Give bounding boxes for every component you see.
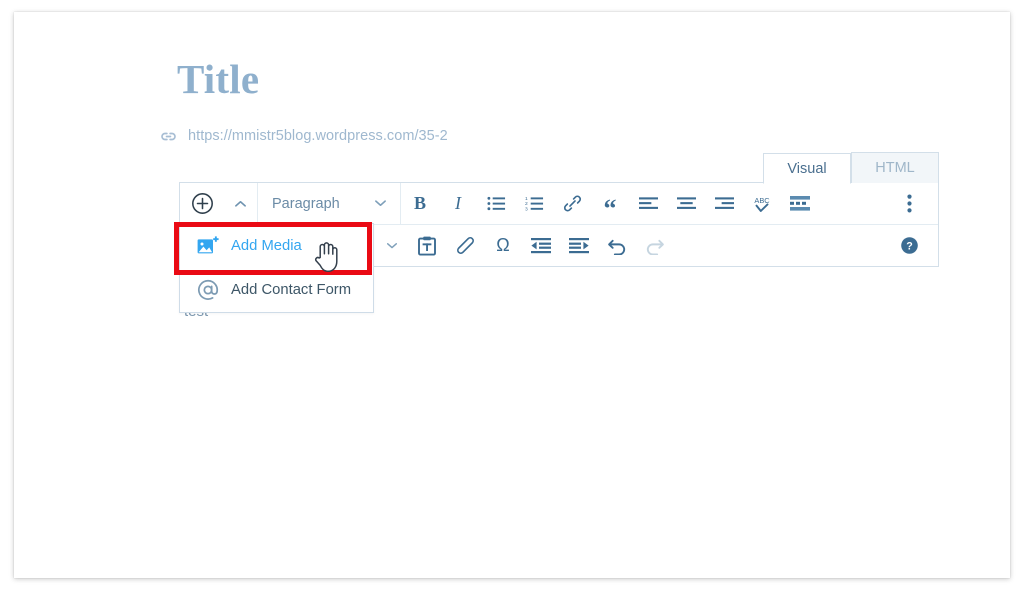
help-icon: ? (900, 237, 918, 254)
bold-icon: B (413, 193, 426, 213)
paste-as-text-button[interactable] (408, 225, 446, 266)
menu-item-label: Add Media (231, 238, 302, 254)
permalink-url[interactable]: https://mmistr5blog.wordpress.com/35-2 (188, 128, 448, 144)
menu-item-label: Add Contact Form (231, 282, 352, 298)
chevron-down-icon-row2[interactable] (375, 225, 408, 266)
omega-icon: Ω (496, 235, 510, 255)
chevron-down-icon (374, 196, 387, 212)
spellcheck-icon: ABC (754, 196, 770, 212)
paste-as-text-icon (418, 236, 436, 256)
spellcheck-button[interactable]: ABC (743, 183, 781, 224)
align-center-icon (676, 196, 696, 209)
insert-content-button[interactable] (180, 183, 224, 224)
eraser-icon (456, 237, 474, 254)
svg-text:1: 1 (525, 196, 528, 202)
menu-item-add-media[interactable]: Add Media (180, 224, 373, 268)
paragraph-format-select[interactable]: Paragraph (258, 183, 400, 224)
bulleted-list-button[interactable] (477, 183, 515, 224)
tab-visual[interactable]: Visual (763, 153, 851, 184)
at-sign-icon (197, 279, 219, 301)
help-button[interactable]: ? (880, 225, 938, 266)
undo-icon (608, 239, 626, 255)
insert-link-button[interactable] (553, 183, 591, 224)
align-left-icon (638, 196, 658, 209)
blockquote-button[interactable]: “ (591, 183, 629, 224)
screen-root: Title https://mmistr5blog.wordpress.com/… (0, 0, 1024, 593)
insert-content-menu: Add Media Add Contact Form (179, 223, 374, 313)
toolbar-row-1: Paragraph B I 1 2 3 “ ABC (180, 183, 938, 225)
svg-text:2: 2 (525, 201, 528, 207)
editor-card: Title https://mmistr5blog.wordpress.com/… (14, 12, 1010, 578)
tab-html[interactable]: HTML (851, 152, 939, 183)
decrease-indent-button[interactable] (522, 225, 560, 266)
align-right-button[interactable] (705, 183, 743, 224)
svg-text:?: ? (906, 240, 913, 252)
read-more-button[interactable] (781, 183, 819, 224)
special-character-button[interactable]: Ω (484, 225, 522, 266)
svg-text:3: 3 (525, 207, 528, 212)
align-left-button[interactable] (629, 183, 667, 224)
editor-mode-tabs: Visual HTML (763, 152, 939, 184)
italic-button[interactable]: I (439, 183, 477, 224)
menu-item-add-contact-form[interactable]: Add Contact Form (180, 268, 373, 312)
align-center-button[interactable] (667, 183, 705, 224)
link-icon (563, 195, 581, 212)
bulleted-list-icon (486, 196, 505, 211)
more-vertical-icon (906, 194, 912, 213)
kitchen-sink-button[interactable] (880, 183, 938, 224)
numbered-list-button[interactable]: 1 2 3 (515, 183, 553, 224)
redo-button[interactable] (636, 225, 674, 266)
italic-icon: I (455, 193, 461, 213)
increase-indent-icon (569, 238, 589, 254)
read-more-icon (790, 196, 810, 211)
decrease-indent-icon (531, 238, 551, 254)
redo-icon (646, 239, 664, 255)
clear-formatting-button[interactable] (446, 225, 484, 266)
chevron-up-icon[interactable] (224, 183, 257, 224)
page-title[interactable]: Title (177, 56, 259, 102)
link-icon (157, 125, 179, 147)
increase-indent-button[interactable] (560, 225, 598, 266)
permalink: https://mmistr5blog.wordpress.com/35-2 (157, 125, 448, 147)
undo-button[interactable] (598, 225, 636, 266)
align-right-icon (714, 196, 734, 209)
bold-button[interactable]: B (401, 183, 439, 224)
paragraph-format-value: Paragraph (272, 195, 340, 212)
add-media-icon (197, 235, 219, 257)
numbered-list-icon: 1 2 3 (525, 196, 543, 212)
